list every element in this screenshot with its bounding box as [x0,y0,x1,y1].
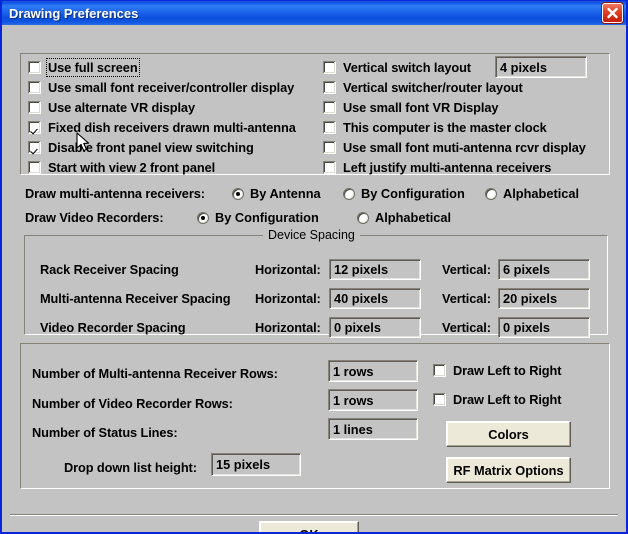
checkbox-label: Use small font VR Display [343,100,498,115]
checkbox-box[interactable] [433,364,446,377]
drop-down-list-height-field[interactable]: 15 pixels [211,453,301,476]
rack-receiver-vertical-field[interactable]: 6 pixels [498,259,590,280]
checkbox-label: Draw Left to Right [453,363,561,378]
close-icon[interactable] [602,3,623,23]
rack-receiver-spacing-label: Rack Receiver Spacing [40,262,179,277]
video-recorder-horizontal-field[interactable]: 0 pixels [329,317,421,338]
checkbox-vertical-switcher-router-layout[interactable]: Vertical switcher/router layout [323,80,523,95]
checkbox-draw-left-to-right-video-recorder[interactable]: Draw Left to Right [433,392,561,407]
radio-dot[interactable] [232,188,244,200]
video-recorder-rows-field[interactable]: 1 rows [328,389,418,411]
close-x-glyph [605,6,620,20]
checkbox-label: Draw Left to Right [453,392,561,407]
checkbox-box[interactable] [28,161,41,174]
video-recorder-spacing-label: Video Recorder Spacing [40,320,185,335]
checkbox-disable-front-panel-view-switching[interactable]: Disable front panel view switching [28,140,254,155]
multi-antenna-receiver-rows-field[interactable]: 1 rows [328,360,418,382]
checkbox-label: Vertical switch layout [343,60,471,75]
radio-label: Alphabetical [375,210,451,225]
title-bar[interactable]: Drawing Preferences [2,0,626,25]
checkbox-use-small-font-muti-antenna-rcvr-display[interactable]: Use small font muti-antenna rcvr display [323,140,586,155]
video-recorder-horizontal-label: Horizontal: [255,320,321,335]
video-recorder-vertical-field[interactable]: 0 pixels [498,317,590,338]
checkbox-vertical-switch-layout[interactable]: Vertical switch layout [323,60,471,75]
checkbox-this-computer-is-the-master-clock[interactable]: This computer is the master clock [323,120,547,135]
ok-button[interactable]: OK [259,521,359,534]
multi-antenna-receiver-spacing-label: Multi-antenna Receiver Spacing [40,291,230,306]
checkbox-box[interactable] [323,121,336,134]
checkbox-label: Disable front panel view switching [48,140,254,155]
radio-dot[interactable] [197,212,209,224]
checkbox-label: Use small font receiver/controller displ… [48,80,294,95]
dialog-client-area: Use full screen Use small font receiver/… [2,25,626,531]
checkbox-label: Use full screen [48,60,138,75]
footer-separator [10,514,618,516]
checkbox-box[interactable] [28,81,41,94]
checkbox-box[interactable] [28,121,41,134]
radio-multi-antenna-alphabetical[interactable]: Alphabetical [485,186,579,201]
radio-label: By Configuration [215,210,319,225]
checkbox-box[interactable] [323,101,336,114]
radio-video-recorders-alphabetical[interactable]: Alphabetical [357,210,451,225]
checkbox-label: Use alternate VR display [48,100,195,115]
checkbox-left-justify-multi-antenna-receivers[interactable]: Left justify multi-antenna receivers [323,160,551,175]
window-title: Drawing Preferences [9,6,138,21]
video-recorder-vertical-label: Vertical: [442,320,491,335]
video-recorder-rows-label: Number of Video Recorder Rows: [32,396,233,411]
draw-video-recorders-label: Draw Video Recorders: [25,210,163,225]
checkbox-box[interactable] [28,61,41,74]
checkbox-fixed-dish-receivers-drawn-multi-antenna[interactable]: Fixed dish receivers drawn multi-antenna [28,120,296,135]
radio-dot[interactable] [343,188,355,200]
multi-antenna-receiver-vertical-label: Vertical: [442,291,491,306]
multi-antenna-receiver-horizontal-field[interactable]: 40 pixels [329,288,421,309]
rack-receiver-horizontal-label: Horizontal: [255,262,321,277]
device-spacing-legend: Device Spacing [263,228,360,242]
drawing-preferences-window: Drawing Preferences Use full screen Use … [0,0,628,534]
checkbox-box[interactable] [323,141,336,154]
multi-antenna-receiver-rows-label: Number of Multi-antenna Receiver Rows: [32,366,278,381]
radio-multi-antenna-by-antenna[interactable]: By Antenna [232,186,321,201]
radio-dot[interactable] [357,212,369,224]
rack-receiver-horizontal-field[interactable]: 12 pixels [329,259,421,280]
checkbox-use-small-font-vr-display[interactable]: Use small font VR Display [323,100,498,115]
checkbox-label: Vertical switcher/router layout [343,80,523,95]
drop-down-list-height-label: Drop down list height: [64,460,197,475]
multi-antenna-receiver-horizontal-label: Horizontal: [255,291,321,306]
rf-matrix-options-button[interactable]: RF Matrix Options [446,457,571,483]
checkbox-use-small-font-receiver-controller-display[interactable]: Use small font receiver/controller displ… [28,80,294,95]
radio-multi-antenna-by-configuration[interactable]: By Configuration [343,186,465,201]
checkbox-box[interactable] [28,101,41,114]
checkbox-label: Fixed dish receivers drawn multi-antenna [48,120,296,135]
multi-antenna-receiver-vertical-field[interactable]: 20 pixels [498,288,590,309]
vertical-switch-layout-field[interactable]: 4 pixels [495,56,587,78]
checkbox-box[interactable] [433,393,446,406]
draw-multi-antenna-receivers-label: Draw multi-antenna receivers: [25,186,205,201]
rack-receiver-vertical-label: Vertical: [442,262,491,277]
status-lines-label: Number of Status Lines: [32,425,178,440]
checkbox-box[interactable] [323,161,336,174]
checkbox-draw-left-to-right-multi-antenna[interactable]: Draw Left to Right [433,363,561,378]
checkbox-box[interactable] [323,81,336,94]
radio-video-recorders-by-configuration[interactable]: By Configuration [197,210,319,225]
checkbox-label: Start with view 2 front panel [48,160,215,175]
checkbox-use-full-screen[interactable]: Use full screen [28,60,138,75]
checkbox-box[interactable] [28,141,41,154]
checkbox-label: Use small font muti-antenna rcvr display [343,140,586,155]
radio-label: By Antenna [250,186,321,201]
radio-label: By Configuration [361,186,465,201]
colors-button[interactable]: Colors [446,421,571,447]
checkbox-label: This computer is the master clock [343,120,547,135]
checkbox-box[interactable] [323,61,336,74]
radio-dot[interactable] [485,188,497,200]
checkbox-start-with-view-2-front-panel[interactable]: Start with view 2 front panel [28,160,215,175]
status-lines-field[interactable]: 1 lines [328,418,418,440]
radio-label: Alphabetical [503,186,579,201]
checkbox-label: Left justify multi-antenna receivers [343,160,551,175]
checkbox-use-alternate-vr-display[interactable]: Use alternate VR display [28,100,195,115]
